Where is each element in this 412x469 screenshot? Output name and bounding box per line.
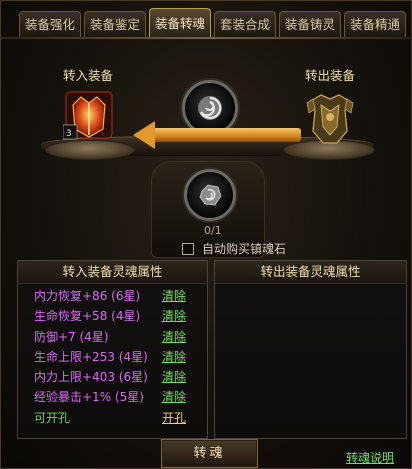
tab-equipment-mastery[interactable]: 装备精通	[344, 11, 406, 37]
attribute-row: 防御+7 (4星) 清除	[18, 327, 207, 347]
transfer-in-item-slot[interactable]: 3	[62, 89, 115, 143]
attribute-text: 经验暴击+1% (5星)	[34, 390, 144, 405]
transfer-out-attributes-panel: 转出装备灵魂属性	[214, 260, 407, 439]
attribute-row: 可开孔 开孔	[18, 408, 207, 428]
open-hole-text: 可开孔	[34, 410, 71, 425]
transfer-arrow-icon	[133, 121, 155, 149]
soul-transfer-button[interactable]: 转魂	[161, 439, 258, 468]
clear-button[interactable]: 清除	[162, 327, 186, 347]
transfer-out-item-slot[interactable]	[303, 87, 357, 147]
tab-equipment-enhance[interactable]: 装备强化	[19, 11, 81, 37]
tab-bar: 装备强化 装备鉴定 装备转魂 套装合成 装备铸灵 装备精通	[19, 8, 406, 38]
svg-text:3: 3	[66, 129, 72, 139]
stone-slot[interactable]	[184, 169, 236, 221]
tab-equipment-appraise[interactable]: 装备鉴定	[84, 11, 146, 37]
stone-slot-counter: 0/1	[204, 224, 222, 237]
tab-equipment-cast-spirit[interactable]: 装备铸灵	[279, 11, 341, 37]
soul-swirl-icon	[196, 94, 224, 122]
tab-equipment-soul-transfer[interactable]: 装备转魂	[149, 8, 211, 37]
clear-button[interactable]: 清除	[162, 367, 186, 387]
golden-armor-icon	[306, 94, 354, 144]
attribute-row: 经验暴击+1% (5星) 清除	[18, 387, 207, 407]
attribute-text: 生命恢复+58 (4星)	[34, 309, 141, 324]
armor-item-icon: 3	[62, 91, 113, 140]
transfer-out-label: 转出装备	[305, 68, 356, 83]
transfer-in-label: 转入装备	[63, 68, 114, 83]
clear-button[interactable]: 清除	[162, 306, 186, 326]
attribute-list: 内力恢复+86 (6星) 清除 生命恢复+58 (4星) 清除 防御+7 (4星…	[18, 284, 207, 428]
auto-buy-label: 自动购买镇魂石	[202, 242, 287, 256]
attribute-text: 防御+7 (4星)	[34, 329, 109, 344]
auto-buy-checkbox[interactable]	[182, 242, 194, 255]
attribute-text: 生命上限+253 (4星)	[34, 349, 148, 364]
transfer-arrow-shaft	[151, 128, 301, 142]
auto-buy-option[interactable]: 自动购买镇魂石	[182, 240, 286, 257]
transfer-out-attributes-title: 转出装备灵魂属性	[215, 261, 406, 284]
attribute-text: 内力上限+403 (6星)	[34, 370, 148, 385]
clear-button[interactable]: 清除	[162, 286, 186, 306]
open-hole-button[interactable]: 开孔	[162, 408, 186, 428]
attribute-row: 内力恢复+86 (6星) 清除	[18, 286, 207, 306]
attribute-row: 生命上限+253 (4星) 清除	[18, 347, 207, 367]
transfer-in-attributes-panel: 转入装备灵魂属性 内力恢复+86 (6星) 清除 生命恢复+58 (4星) 清除…	[17, 260, 208, 439]
attribute-text: 内力恢复+86 (6星)	[34, 289, 141, 303]
attribute-row: 生命恢复+58 (4星) 清除	[18, 306, 207, 326]
transfer-in-attributes-title: 转入装备灵魂属性	[18, 261, 207, 284]
tab-divider	[1, 37, 412, 39]
attribute-row: 内力上限+403 (6星) 清除	[18, 367, 207, 387]
clear-button[interactable]: 清除	[162, 387, 186, 407]
tab-set-synthesis[interactable]: 套装合成	[214, 11, 276, 37]
clear-button[interactable]: 清除	[162, 347, 186, 367]
equipment-soul-transfer-window: 装备强化 装备鉴定 装备转魂 套装合成 装备铸灵 装备精通 转入装备 转出装备 …	[0, 0, 412, 469]
soul-transfer-help-link[interactable]: 转魂说明	[346, 449, 394, 466]
soul-stone-icon	[196, 181, 224, 209]
